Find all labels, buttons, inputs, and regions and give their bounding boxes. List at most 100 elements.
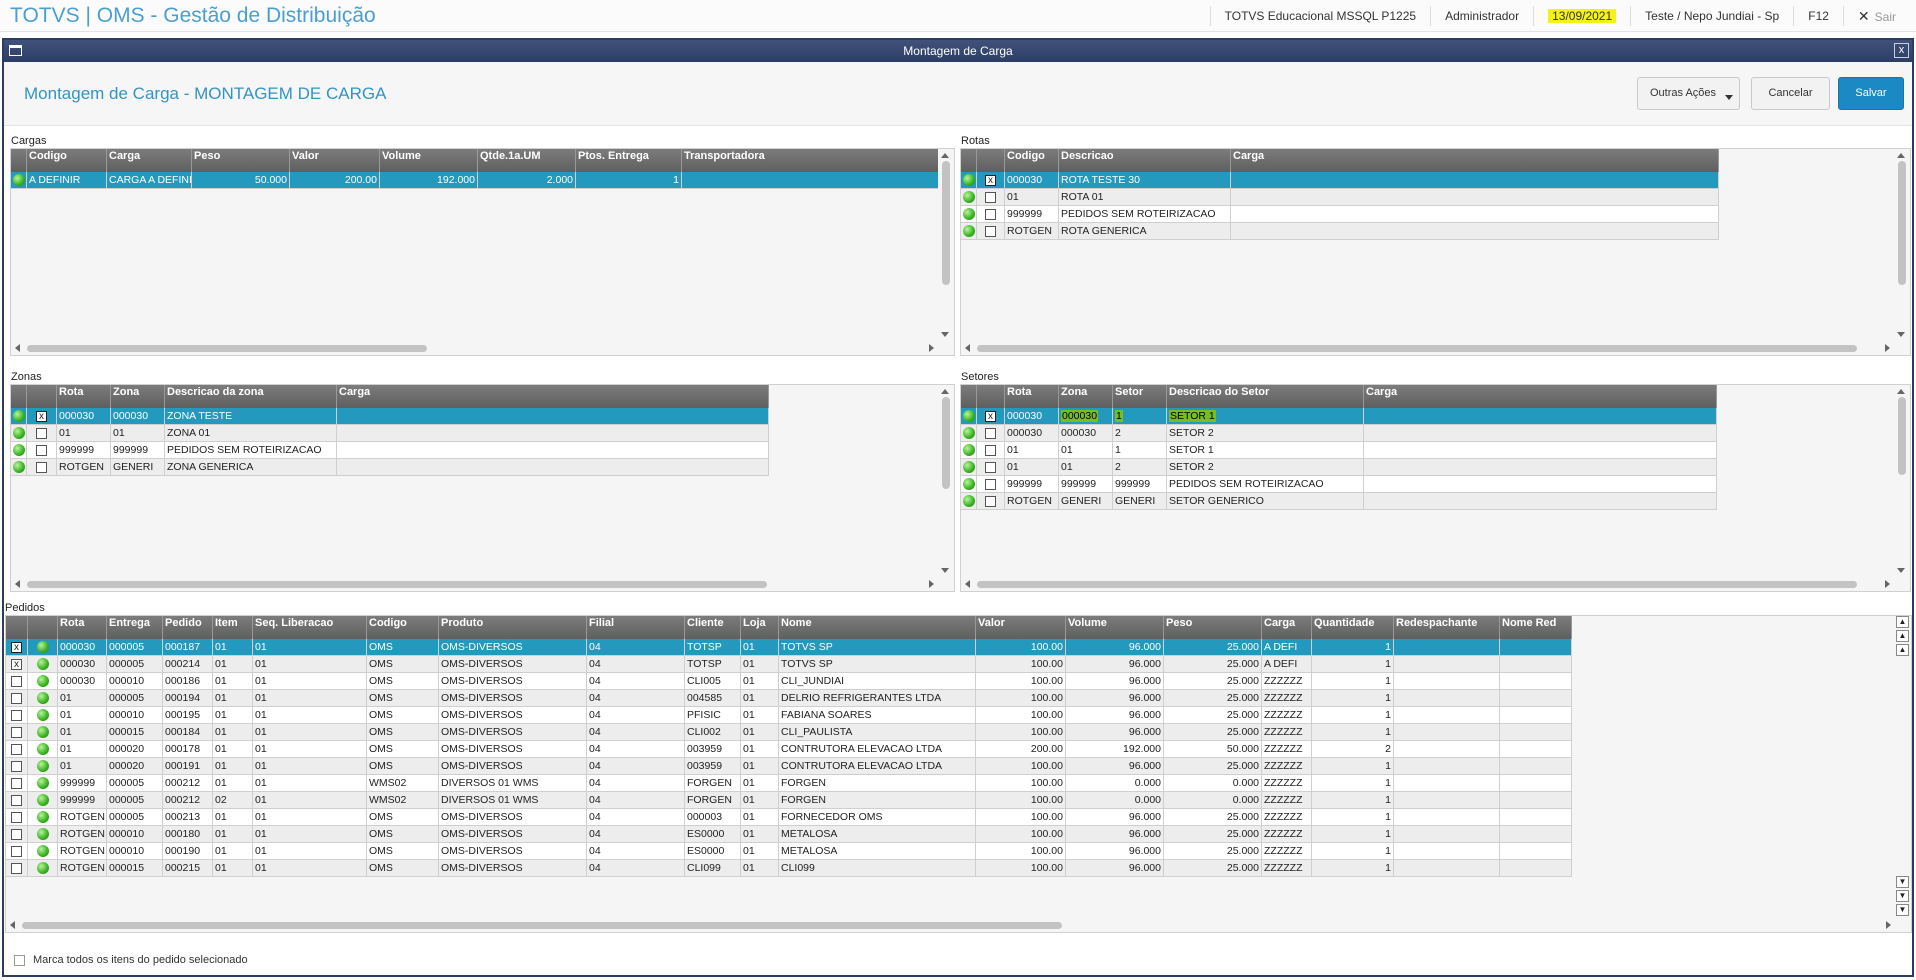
setores-row[interactable]: 01 01 1 SETOR 1: [961, 442, 1717, 459]
scroll-down-icon[interactable]: [1897, 568, 1905, 573]
row-checkbox[interactable]: [11, 693, 22, 704]
setores-col-header[interactable]: Descricao do Setor: [1167, 385, 1364, 408]
window-close-button[interactable]: x: [1894, 43, 1909, 58]
row-checkbox[interactable]: [11, 778, 22, 789]
scroll-down-icon[interactable]: [941, 568, 949, 573]
rotas-vscroll[interactable]: [1894, 149, 1910, 341]
row-checkbox[interactable]: [11, 863, 22, 874]
row-checkbox[interactable]: [11, 710, 22, 721]
setores-hscroll[interactable]: [961, 577, 1894, 591]
pedidos-col-header[interactable]: Valor: [976, 616, 1066, 639]
row-checkbox[interactable]: [11, 676, 22, 687]
scroll-right-icon[interactable]: [1886, 921, 1891, 929]
scroll-thumb[interactable]: [1898, 397, 1906, 475]
zonas-vscroll[interactable]: [938, 385, 954, 577]
cancel-button[interactable]: Cancelar: [1751, 77, 1830, 110]
scroll-right-icon[interactable]: [929, 580, 934, 588]
row-checkbox[interactable]: x: [11, 659, 22, 670]
row-checkbox[interactable]: x: [985, 411, 996, 422]
row-checkbox[interactable]: [11, 795, 22, 806]
cargas-col-header[interactable]: Peso: [192, 149, 290, 172]
mark-all-checkbox[interactable]: [14, 954, 25, 966]
setores-col-header[interactable]: Zona: [1059, 385, 1113, 408]
branch-label[interactable]: Teste / Nepo Jundiai - Sp: [1630, 6, 1793, 26]
rotas-hscroll[interactable]: [961, 341, 1894, 355]
pedidos-col-header[interactable]: Cliente: [685, 616, 741, 639]
pedidos-row[interactable]: 01 000010 000195 01 01 OMS OMS-DIVERSOS 04 PFISI…: [6, 707, 1572, 724]
pedidos-vscroll[interactable]: ▲ ▲ ▲ ▼ ▼ ▼: [1895, 616, 1911, 918]
pedidos-col-header[interactable]: Carga: [1262, 616, 1312, 639]
page-down-icon[interactable]: ▼: [1896, 890, 1909, 902]
pedidos-row[interactable]: 999999 000005 000212 01 01 WMS02 DIVERSOS 01 W…: [6, 775, 1572, 792]
scroll-left-icon[interactable]: [15, 344, 20, 352]
scroll-left-icon[interactable]: [15, 580, 20, 588]
cargas-col-header[interactable]: Transportadora: [682, 149, 940, 172]
row-checkbox[interactable]: [11, 829, 22, 840]
f12-button[interactable]: F12: [1793, 6, 1843, 26]
scroll-right-icon[interactable]: [929, 344, 934, 352]
scroll-thumb[interactable]: [27, 345, 427, 352]
rotas-row[interactable]: 999999 PEDIDOS SEM ROTEIRIZACAO: [961, 206, 1719, 223]
pedidos-col-header[interactable]: Nome: [779, 616, 976, 639]
mark-all-option[interactable]: Marca todos os itens do pedido seleciona…: [14, 954, 248, 966]
zonas-grid[interactable]: Rota Zona Descricao da zona Carga x 000030 000…: [10, 384, 955, 592]
pedidos-col-header[interactable]: Entrega: [107, 616, 163, 639]
pedidos-row[interactable]: 000030 000010 000186 01 01 OMS OMS-DIVERSOS 04 C…: [6, 673, 1572, 690]
pedidos-row[interactable]: ROTGEN 000015 000215 01 01 OMS OMS-DIVERSOS 04 C…: [6, 860, 1572, 877]
rotas-row[interactable]: 01 ROTA 01: [961, 189, 1719, 206]
page-down-icon[interactable]: ▼: [1896, 876, 1909, 888]
pedidos-col-header[interactable]: Nome Red: [1500, 616, 1572, 639]
pedidos-col-header[interactable]: Seq. Liberacao: [253, 616, 367, 639]
scroll-thumb[interactable]: [942, 161, 950, 285]
row-checkbox[interactable]: [985, 479, 996, 490]
row-checkbox[interactable]: [11, 812, 22, 823]
cargas-col-header[interactable]: Ptos. Entrega: [576, 149, 682, 172]
zonas-row[interactable]: ROTGEN GENERI ZONA GENERICA: [11, 459, 769, 476]
zonas-hscroll[interactable]: [11, 577, 938, 591]
cargas-hscroll[interactable]: [11, 341, 938, 355]
row-checkbox[interactable]: [985, 462, 996, 473]
setores-col-header[interactable]: [961, 385, 977, 408]
pedidos-hscroll[interactable]: [6, 918, 1895, 932]
date-item[interactable]: 13/09/2021: [1533, 6, 1630, 26]
rotas-row[interactable]: x 000030 ROTA TESTE 30: [961, 172, 1719, 189]
date-label[interactable]: 13/09/2021: [1548, 9, 1617, 23]
scroll-left-icon[interactable]: [10, 921, 15, 929]
scroll-thumb[interactable]: [27, 581, 767, 588]
pedidos-col-header[interactable]: [6, 616, 28, 639]
rotas-col-header[interactable]: Descricao: [1059, 149, 1231, 172]
row-checkbox[interactable]: [985, 428, 996, 439]
row-checkbox[interactable]: [36, 462, 47, 473]
cargas-col-header[interactable]: Valor: [290, 149, 380, 172]
pedidos-col-header[interactable]: Item: [213, 616, 253, 639]
save-button[interactable]: Salvar: [1838, 77, 1904, 110]
cargas-col-header[interactable]: Volume: [380, 149, 478, 172]
logout-button[interactable]: ✕ Sair: [1842, 6, 1910, 26]
setores-row[interactable]: 999999 999999 999999 PEDIDOS SEM ROTEIRIZAC…: [961, 476, 1717, 493]
setores-row[interactable]: x 000030 000030 1 SETOR 1: [961, 408, 1717, 425]
pedidos-row[interactable]: ROTGEN 000010 000190 01 01 OMS OMS-DIVERSOS 04 E…: [6, 843, 1572, 860]
setores-col-header[interactable]: Rota: [1005, 385, 1059, 408]
pedidos-row[interactable]: x 000030 000005 000187 01 01 OMS OMS-DIVERSOS 04…: [6, 639, 1572, 656]
cargas-col-header[interactable]: [11, 149, 27, 172]
pedidos-col-header[interactable]: Peso: [1164, 616, 1262, 639]
cargas-vscroll[interactable]: [938, 149, 954, 341]
scroll-left-icon[interactable]: [965, 344, 970, 352]
scroll-thumb[interactable]: [1898, 161, 1906, 285]
rotas-col-header[interactable]: [961, 149, 977, 172]
scroll-right-icon[interactable]: [1885, 344, 1890, 352]
cargas-grid[interactable]: Codigo Carga Peso Valor Volume Qtde.1a.UM Ptos…: [10, 148, 955, 356]
cargas-col-header[interactable]: Codigo: [27, 149, 107, 172]
setores-col-header[interactable]: Setor: [1113, 385, 1167, 408]
zonas-col-header[interactable]: Carga: [337, 385, 769, 408]
pedidos-row[interactable]: x 000030 000005 000214 01 01 OMS OMS-DIVERSOS 04…: [6, 656, 1572, 673]
pedidos-col-header[interactable]: Loja: [741, 616, 779, 639]
pedidos-col-header[interactable]: [28, 616, 58, 639]
pedidos-col-header[interactable]: Quantidade: [1312, 616, 1394, 639]
rotas-col-header[interactable]: Codigo: [1005, 149, 1059, 172]
scroll-up-icon[interactable]: [941, 389, 949, 394]
pedidos-col-header[interactable]: Codigo: [367, 616, 439, 639]
pedidos-row[interactable]: ROTGEN 000005 000213 01 01 OMS OMS-DIVERSOS 04 0…: [6, 809, 1572, 826]
page-up-icon[interactable]: ▲: [1896, 644, 1909, 656]
pedidos-row[interactable]: 01 000020 000178 01 01 OMS OMS-DIVERSOS 04 00395…: [6, 741, 1572, 758]
